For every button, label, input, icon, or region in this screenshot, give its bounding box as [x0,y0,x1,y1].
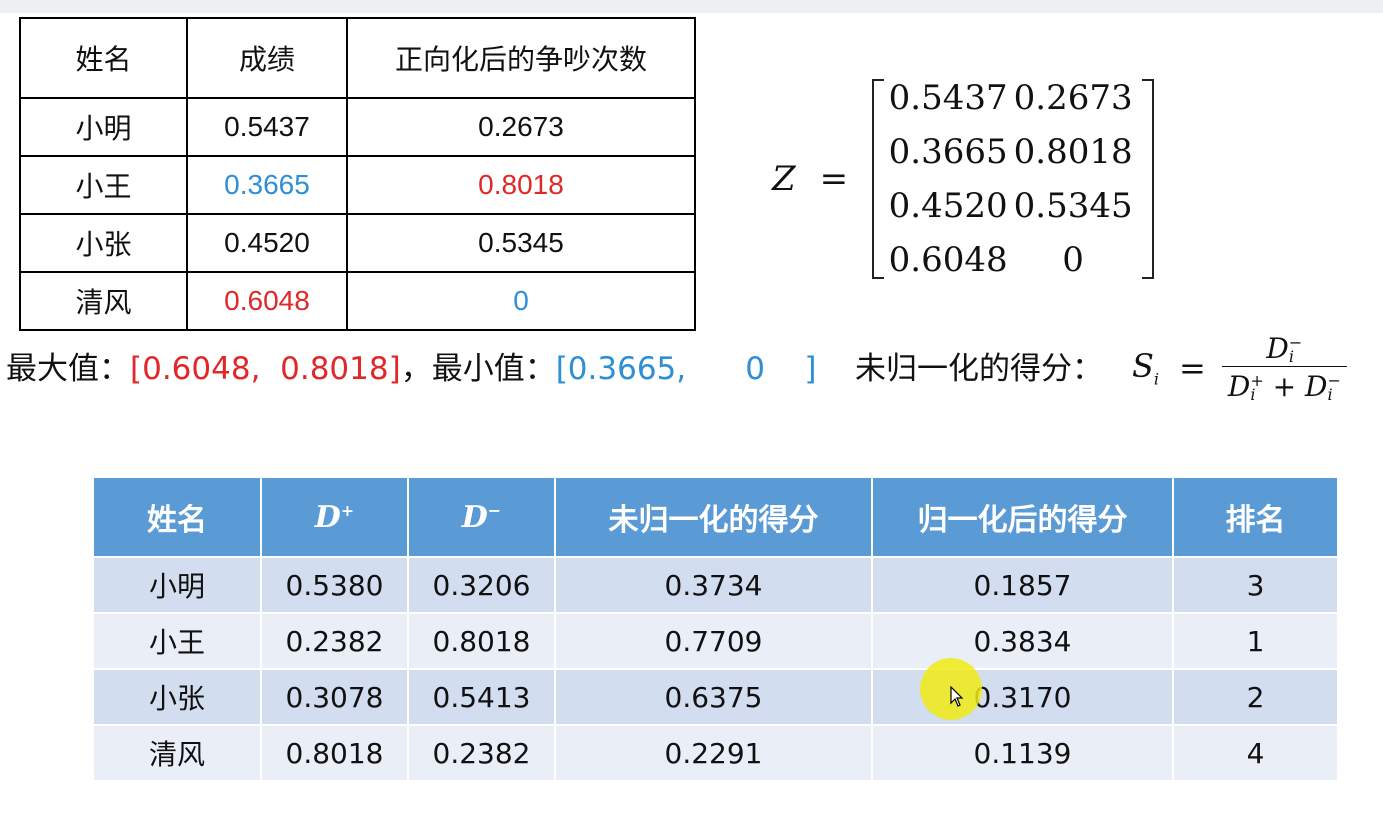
den-d-plus: D [1227,369,1251,403]
min-value: [0.3665, 0 ] [555,351,817,387]
extremes-separator: ， [400,351,432,387]
formula-equals: = [1179,349,1206,387]
normalized-data-table: 姓名 成绩 正向化后的争吵次数 小明 0.5437 0.2673 小王 0.36… [19,17,696,331]
cell-dminus: 0.3206 [409,558,554,612]
header-rank: 排名 [1174,478,1337,556]
den-sub-i2: i [1327,385,1333,404]
cell-name: 小王 [19,155,188,215]
table-header-row: 姓名 成绩 正向化后的争吵次数 [19,17,696,99]
cell-norm: 0.3834 [873,614,1172,668]
formula-s: S [1132,347,1154,386]
cell-name: 小王 [94,614,260,668]
formula-denominator: D + i + D − i [1221,365,1347,405]
matrix-z: Z = 0.5437 0.2673 0.3665 0.8018 0.4520 0… [772,78,1155,280]
cell-name: 小张 [94,670,260,724]
extremes-line: 最大值：[0.6048, 0.8018]，最小值：[0.3665, 0 ] [6,345,816,393]
cell-dminus: 0.2382 [409,726,554,780]
header-score: 成绩 [186,17,348,99]
header-raw-score: 未归一化的得分 [556,478,871,556]
table-row: 小张 0.4520 0.5345 [19,213,696,273]
min-label: 最小值： [431,351,556,387]
formula-sub-i: i [1153,369,1160,389]
cell-score-max: 0.6048 [186,271,348,331]
dplus-sup: + [340,500,355,520]
score-formula: Si = D − i D + i + D − i [1132,328,1347,408]
cell-norm: 0.1139 [873,726,1172,780]
max-value: [0.6048, 0.8018] [130,351,401,387]
header-normalized-score: 归一化后的得分 [873,478,1172,556]
cell-fights: 0.5345 [346,213,696,273]
formula-fraction: D − i D + i + D − i [1221,332,1347,405]
max-label: 最大值： [6,351,130,387]
header-dminus: D− [409,478,554,556]
formula-lhs: Si [1132,347,1159,388]
den-sub-i: i [1250,385,1256,404]
cell-dplus: 0.8018 [262,726,407,780]
den-plus: + [1263,369,1305,403]
header-name: 姓名 [19,17,188,99]
table-row: 小明 0.5437 0.2673 [19,97,696,157]
cell-norm: 0.3170 [873,670,1172,724]
table-row: 小张 0.3078 0.5413 0.6375 0.3170 2 [94,670,1337,724]
cell-score: 0.4520 [186,213,348,273]
cell-fights: 0.2673 [346,97,696,157]
table-row: 小明 0.5380 0.3206 0.3734 0.1857 3 [94,558,1337,612]
num-sub: i [1288,347,1294,366]
formula-numerator: D − i [1260,332,1308,366]
table-row: 清风 0.6048 0 [19,271,696,331]
cell-dplus: 0.5380 [262,558,407,612]
matrix-cell: 0.4520 [888,186,1008,226]
cell-raw: 0.2291 [556,726,871,780]
cell-norm: 0.1857 [873,558,1172,612]
cell-dminus: 0.5413 [409,670,554,724]
cell-dplus: 0.2382 [262,614,407,668]
cell-score: 0.5437 [186,97,348,157]
cell-raw: 0.7709 [556,614,871,668]
dplus-label: D [314,499,341,535]
matrix-equals: = [819,159,849,199]
header-dplus: D+ [262,478,407,556]
cell-name: 小明 [19,97,188,157]
matrix-cell: 0.8018 [1013,132,1133,172]
matrix-cell: 0.5437 [888,78,1008,118]
cell-dminus: 0.8018 [409,614,554,668]
topsis-results-table: 姓名 D+ D− 未归一化的得分 归一化后的得分 排名 小明 0.5380 0.… [92,476,1339,782]
table-row: 小王 0.2382 0.8018 0.7709 0.3834 1 [94,614,1337,668]
cell-name: 小明 [94,558,260,612]
top-bar [0,0,1383,13]
mouse-pointer-icon [950,686,964,707]
matrix-cell: 0.6048 [888,240,1008,280]
cell-fights-max: 0.8018 [346,155,696,215]
cell-fights-min: 0 [346,271,696,331]
cell-name: 清风 [19,271,188,331]
cell-raw: 0.6375 [556,670,871,724]
cell-rank: 2 [1174,670,1337,724]
matrix-brackets: 0.5437 0.2673 0.3665 0.8018 0.4520 0.534… [872,78,1155,280]
dminus-label: D [461,499,488,535]
matrix-label: Z [772,159,796,199]
table-row: 小王 0.3665 0.8018 [19,155,696,215]
results-header-row: 姓名 D+ D− 未归一化的得分 归一化后的得分 排名 [94,478,1337,556]
cell-rank: 3 [1174,558,1337,612]
matrix-cell: 0.2673 [1013,78,1133,118]
cell-raw: 0.3734 [556,558,871,612]
cell-rank: 1 [1174,614,1337,668]
cell-dplus: 0.3078 [262,670,407,724]
header-fights: 正向化后的争吵次数 [346,17,696,99]
matrix-grid: 0.5437 0.2673 0.3665 0.8018 0.4520 0.534… [888,71,1138,287]
matrix-cell: 0 [1062,240,1084,280]
cell-score-min: 0.3665 [186,155,348,215]
num-d: D [1266,331,1289,365]
score-formula-label: 未归一化的得分： [855,351,1103,387]
dminus-sup: − [487,500,502,520]
cell-rank: 4 [1174,726,1337,780]
matrix-cell: 0.3665 [888,132,1008,172]
den-d-minus: D [1304,369,1328,403]
header-name: 姓名 [94,478,260,556]
cell-name: 小张 [19,213,188,273]
table-row: 清风 0.8018 0.2382 0.2291 0.1139 4 [94,726,1337,780]
cell-name: 清风 [94,726,260,780]
matrix-cell: 0.5345 [1013,186,1133,226]
